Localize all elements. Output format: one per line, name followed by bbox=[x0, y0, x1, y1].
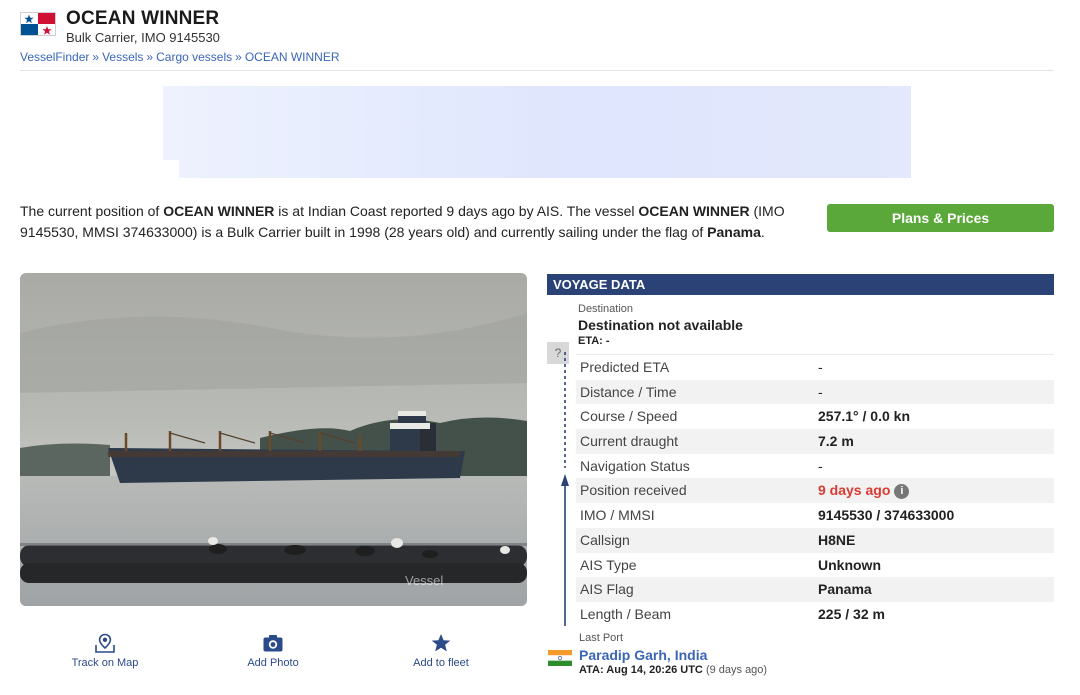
camera-icon bbox=[263, 635, 283, 652]
breadcrumb-vesselfinder[interactable]: VesselFinder bbox=[20, 50, 89, 64]
add-to-fleet-label: Add to fleet bbox=[413, 657, 469, 669]
position-received-value: 9 days ago i bbox=[818, 478, 910, 503]
destination-block: Destination ? Destination not available … bbox=[547, 295, 1054, 364]
page-header: OCEAN WINNER Bulk Carrier, IMO 9145530 V… bbox=[20, 8, 1054, 71]
last-port-link[interactable]: Paradip Garh, India bbox=[579, 647, 707, 663]
table-row: Callsign H8NE bbox=[576, 527, 1054, 553]
vessel-name: OCEAN WINNER bbox=[66, 8, 220, 29]
voyage-progress-line bbox=[561, 352, 569, 626]
breadcrumb-cargo-vessels[interactable]: Cargo vessels bbox=[156, 50, 232, 64]
plans-prices-button[interactable]: Plans & Prices bbox=[827, 204, 1054, 232]
table-row: Navigation Status - bbox=[580, 457, 823, 474]
last-port-ata: ATA: Aug 14, 20:26 UTC (9 days ago) bbox=[579, 664, 768, 676]
add-to-fleet-button[interactable]: Add to fleet bbox=[381, 633, 501, 669]
table-row: Distance / Time - bbox=[576, 379, 1054, 405]
vessel-photo[interactable]: Vessel bbox=[20, 273, 527, 606]
table-row: Course / Speed 257.1° / 0.0 kn bbox=[580, 408, 910, 425]
panama-flag-icon bbox=[20, 12, 56, 36]
track-on-map-label: Track on Map bbox=[71, 657, 139, 669]
voyage-data-header: VOYAGE DATA bbox=[547, 274, 1054, 295]
vessel-type-imo: Bulk Carrier, IMO 9145530 bbox=[66, 30, 220, 45]
map-pin-icon bbox=[95, 633, 115, 653]
voyage-data-panel: VOYAGE DATA Destination ? Destination no… bbox=[547, 274, 1054, 622]
info-icon[interactable]: i bbox=[894, 484, 910, 500]
breadcrumb-current[interactable]: OCEAN WINNER bbox=[245, 50, 340, 64]
table-row: Current draught 7.2 m bbox=[576, 429, 1054, 454]
destination-value: Destination not available bbox=[578, 317, 743, 333]
table-row: Predicted ETA - bbox=[580, 359, 823, 375]
table-row: Length / Beam 225 / 32 m bbox=[580, 605, 885, 622]
ad-banner[interactable] bbox=[163, 86, 911, 178]
last-port-caption: Last Port bbox=[579, 632, 624, 644]
star-icon bbox=[431, 634, 451, 652]
table-row: IMO / MMSI 9145530 / 374633000 bbox=[580, 507, 955, 524]
add-photo-button[interactable]: Add Photo bbox=[213, 633, 333, 669]
vessel-photo-image: Vessel bbox=[20, 273, 527, 606]
track-on-map-button[interactable]: Track on Map bbox=[45, 633, 165, 669]
photo-watermark: Vessel bbox=[405, 573, 443, 588]
destination-eta: ETA: - bbox=[578, 335, 610, 347]
table-row: AIS Flag Panama bbox=[576, 577, 1054, 602]
destination-caption: Destination bbox=[578, 303, 634, 315]
india-flag-icon bbox=[548, 650, 572, 666]
table-row: AIS Type Unknown bbox=[580, 556, 881, 573]
voyage-data-table: Predicted ETA - Distance / Time - Course /… bbox=[576, 354, 1054, 627]
vessel-description: The current position of OCEAN WINNER is … bbox=[20, 203, 785, 240]
breadcrumb: VesselFinder» Vessels» Cargo vessels» OCEAN… bbox=[20, 50, 340, 64]
breadcrumb-vessels[interactable]: Vessels bbox=[102, 50, 143, 64]
add-photo-label: Add Photo bbox=[247, 657, 299, 669]
table-row: Position received 9 days ago i bbox=[576, 478, 1054, 504]
